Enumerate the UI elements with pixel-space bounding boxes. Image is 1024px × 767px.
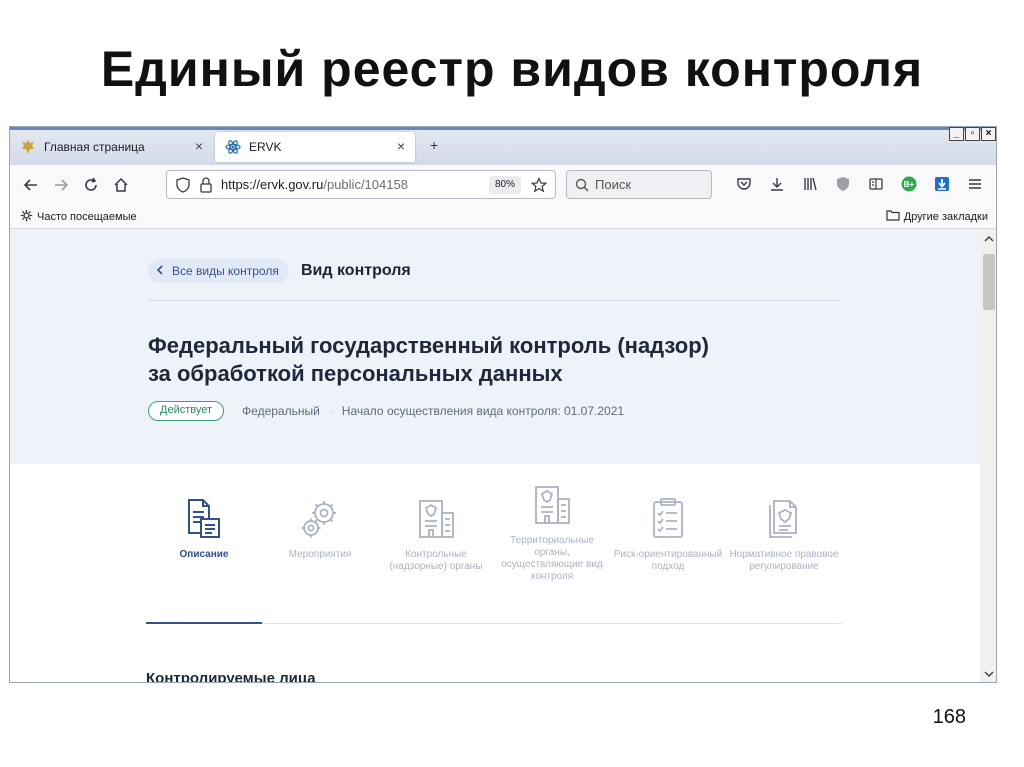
slide-title: Единый реестр видов контроля — [100, 41, 924, 97]
navigation-toolbar: https://ervk.gov.ru/public/104158 80% По… — [10, 165, 996, 205]
forward-icon[interactable] — [46, 170, 76, 200]
scroll-down-icon[interactable] — [980, 666, 996, 682]
controlled-persons-heading: Контролируемые лица — [146, 670, 316, 683]
gear-icon — [20, 209, 33, 225]
status-badge: Действует — [148, 401, 225, 421]
tab-description-label: Описание — [179, 549, 229, 560]
search-input[interactable]: Поиск — [566, 170, 712, 199]
search-icon — [575, 178, 589, 192]
tab-description[interactable]: Описание — [146, 497, 262, 623]
gear-icon — [301, 501, 336, 538]
menu-icon[interactable] — [963, 171, 987, 197]
bookmark-other-label: Другие закладки — [903, 210, 988, 223]
vertical-scrollbar[interactable] — [980, 229, 996, 682]
bookmark-most-visited[interactable]: Часто посещаемые — [20, 209, 137, 225]
url-host: https://ervk.gov.ru — [221, 177, 324, 192]
bookmarks-bar: Часто посещаемые Другие закладки — [10, 205, 996, 229]
home-icon[interactable] — [106, 170, 136, 200]
page-number: 168 — [932, 706, 966, 728]
scroll-up-icon[interactable] — [980, 231, 996, 247]
reader-icon[interactable] — [864, 171, 888, 197]
document-icon — [188, 499, 220, 538]
window-controls: _ ▫ × — [949, 127, 996, 141]
back-link[interactable]: Все виды контроля — [148, 259, 289, 283]
tab-strip: Главная страница × ERVK × + _ ▫ × — [10, 127, 996, 165]
zoom-indicator[interactable]: 80% — [488, 176, 521, 194]
tab-main-page-label: Главная страница — [44, 140, 145, 154]
minimize-button[interactable]: _ — [949, 127, 964, 141]
close-icon[interactable]: × — [397, 138, 405, 154]
tab-ervk-label: ERVK — [249, 140, 282, 154]
tab-regulation-label: Нормативное правовое регулирование — [729, 549, 839, 572]
chevron-left-icon — [156, 264, 164, 278]
tab-risk-approach-label: Риск-ориентированный подход — [613, 549, 723, 572]
control-level: Федеральный — [242, 404, 320, 418]
hero-section: Все виды контроля Вид контроля Федеральн… — [10, 229, 980, 464]
toolbar-icons: B+ — [732, 171, 987, 197]
territorial-building-icon — [535, 486, 570, 524]
restore-button[interactable]: ▫ — [965, 127, 980, 141]
tab-ervk[interactable]: ERVK × — [215, 132, 415, 162]
tab-regulation[interactable]: Нормативное правовое регулирование — [726, 497, 842, 623]
section-title: Вид контроля — [301, 262, 411, 279]
url-path: /public/104158 — [323, 177, 408, 192]
divider — [148, 300, 841, 301]
folder-icon — [886, 209, 900, 224]
page-viewport: Все виды контроля Вид контроля Федеральн… — [10, 229, 980, 683]
start-date: Начало осуществления вида контроля: 01.0… — [341, 404, 625, 418]
back-link-label: Все виды контроля — [172, 264, 279, 278]
download-icon[interactable] — [765, 171, 789, 197]
status-row: Действует Федеральный · Начало осуществл… — [148, 401, 624, 421]
back-icon[interactable] — [16, 170, 46, 200]
tab-control-bodies[interactable]: Контрольные (надзорные) органы — [378, 497, 494, 623]
window-close-button[interactable]: × — [981, 127, 996, 141]
lock-icon[interactable] — [199, 176, 213, 193]
tab-events[interactable]: Мероприятия — [262, 497, 378, 623]
library-icon[interactable] — [798, 171, 822, 197]
tab-territorial-bodies-label: Территориальные органы, осуществляющие в… — [501, 535, 603, 582]
shield-icon[interactable] — [175, 176, 191, 193]
page-title-line-1: Федеральный государственный контроль (на… — [148, 333, 709, 358]
checklist-icon — [653, 498, 683, 538]
bookmark-star-icon[interactable] — [530, 177, 548, 196]
bookmark-other[interactable]: Другие закладки — [886, 209, 988, 224]
search-placeholder: Поиск — [595, 177, 632, 192]
pocket-icon[interactable] — [732, 171, 756, 197]
extension-icon[interactable]: B+ — [897, 171, 921, 197]
download-helper-icon[interactable] — [930, 171, 954, 197]
content-tabs: Описание Мероприятия Контрольные (надзор… — [146, 486, 842, 627]
new-tab-button[interactable]: + — [430, 137, 438, 153]
tab-risk-approach[interactable]: Риск-ориентированный подход — [610, 497, 726, 623]
close-icon[interactable]: × — [195, 138, 203, 154]
bookmark-most-visited-label: Часто посещаемые — [37, 211, 137, 223]
url-text[interactable]: https://ervk.gov.ru/public/104158 — [221, 177, 408, 192]
tab-main-page[interactable]: Главная страница × — [10, 132, 213, 162]
address-bar[interactable]: https://ervk.gov.ru/public/104158 80% — [166, 170, 556, 199]
separator: · — [328, 404, 333, 418]
browser-window: Главная страница × ERVK × + _ ▫ × https:… — [9, 126, 997, 683]
scroll-thumb[interactable] — [983, 254, 995, 310]
government-building-icon — [419, 500, 454, 538]
tab-events-label: Мероприятия — [288, 549, 352, 560]
active-tab-indicator — [146, 622, 262, 624]
tab-territorial-bodies[interactable]: Территориальные органы, осуществляющие в… — [494, 483, 610, 609]
extension-badge-text: B+ — [904, 180, 915, 189]
page-title-line-2: за обработкой персональных данных — [148, 361, 563, 386]
emblem-icon — [20, 139, 36, 155]
page-title: Федеральный государственный контроль (на… — [148, 332, 868, 388]
atom-icon — [225, 139, 241, 155]
regulation-document-icon — [769, 500, 797, 538]
shield-icon[interactable] — [831, 171, 855, 197]
tab-control-bodies-label: Контрольные (надзорные) органы — [389, 549, 483, 572]
reload-icon[interactable] — [76, 170, 106, 200]
